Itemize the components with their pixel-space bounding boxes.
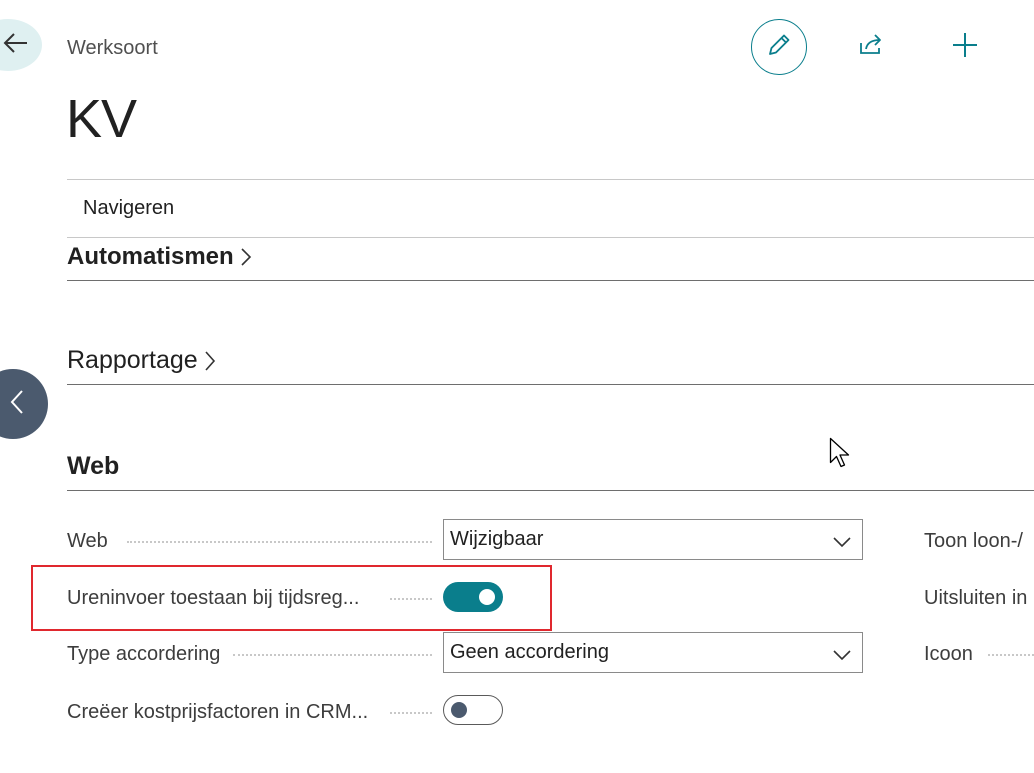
toggle-knob: [451, 702, 467, 718]
type-accordering-select[interactable]: Geen accordering: [443, 632, 863, 673]
field-dots: [233, 654, 432, 656]
side-panel-toggle-button[interactable]: [0, 369, 48, 439]
web-select-value: Wijzigbaar: [450, 528, 544, 550]
section-automatismen-title: Automatismen: [67, 243, 234, 270]
chevron-down-icon: [832, 645, 852, 668]
plus-icon: [951, 31, 979, 64]
section-web-divider: [67, 490, 1034, 491]
field-label-toon: Toon loon-/: [924, 530, 1023, 552]
nav-top-divider: [67, 179, 1034, 180]
chevron-right-icon: [240, 247, 252, 267]
field-label-web: Web: [67, 530, 108, 552]
add-button[interactable]: [948, 30, 982, 64]
back-button[interactable]: [0, 19, 42, 71]
arrow-left-icon: [2, 32, 28, 59]
chevron-right-icon: [204, 350, 216, 372]
highlight-box: [31, 565, 552, 631]
page-title: KV: [66, 89, 137, 149]
field-dots: [390, 712, 432, 714]
mouse-cursor-icon: [829, 437, 851, 474]
section-rapportage-divider: [67, 384, 1034, 385]
type-accordering-select-value: Geen accordering: [450, 641, 609, 663]
field-dots: [127, 541, 432, 543]
section-web-title[interactable]: Web: [67, 452, 119, 481]
share-button[interactable]: [856, 30, 888, 62]
chevron-down-icon: [832, 532, 852, 555]
web-select[interactable]: Wijzigbaar: [443, 519, 863, 560]
chevron-left-icon: [10, 389, 24, 420]
section-automatismen-clip: Automatismen: [67, 238, 1034, 272]
share-icon: [858, 31, 886, 62]
section-rapportage-title: Rapportage: [67, 346, 198, 374]
section-automatismen[interactable]: Automatismen: [67, 243, 252, 271]
nav-menu-navigeren[interactable]: Navigeren: [83, 197, 174, 220]
field-label-creeer: Creëer kostprijsfactoren in CRM...: [67, 701, 369, 723]
field-label-type-accordering: Type accordering: [67, 643, 221, 665]
section-rapportage[interactable]: Rapportage: [67, 346, 216, 375]
breadcrumb: Werksoort: [67, 37, 158, 59]
field-label-uitsluiten: Uitsluiten in: [924, 587, 1028, 609]
field-dots: [988, 654, 1034, 656]
field-label-icoon: Icoon: [924, 643, 973, 665]
creeer-toggle[interactable]: [443, 695, 503, 725]
pencil-icon: [766, 32, 792, 63]
edit-button[interactable]: [751, 19, 807, 75]
section-automatismen-divider: [67, 280, 1034, 281]
